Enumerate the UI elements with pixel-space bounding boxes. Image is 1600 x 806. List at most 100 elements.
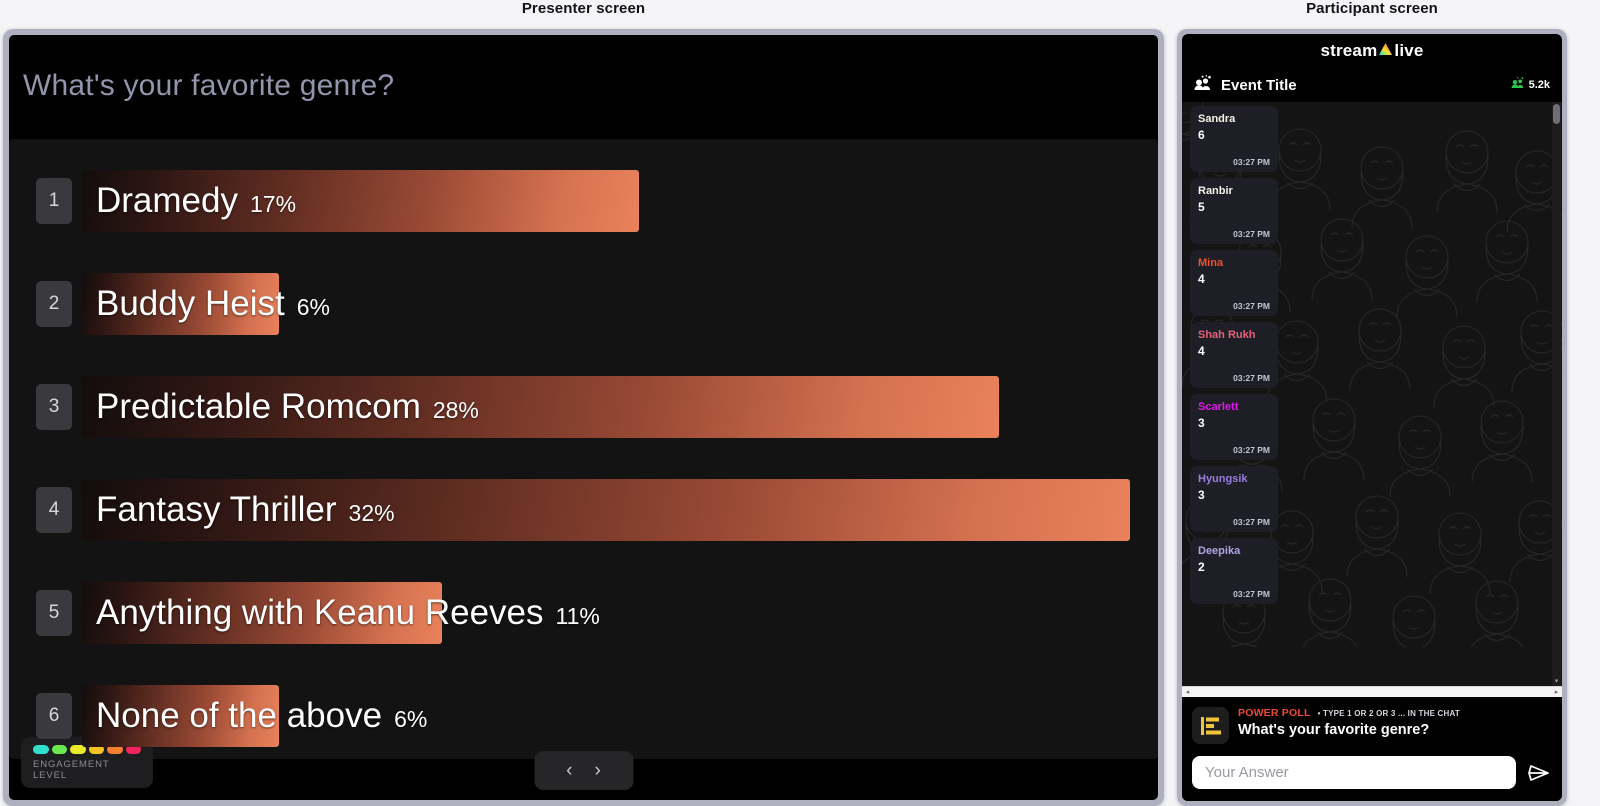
poll-option-percent: 6% <box>296 293 330 320</box>
participant-answer-card: Deepika 2 03:27 PM <box>1190 538 1278 604</box>
poll-rank-badge: 6 <box>36 692 72 739</box>
scroll-left-arrow[interactable]: ◂ <box>1182 687 1193 698</box>
participant-name: Mina <box>1198 257 1224 269</box>
scroll-thumb[interactable] <box>1553 104 1560 124</box>
poll-type-tag: POWER POLL <box>1238 707 1311 719</box>
poll-bars-icon <box>1192 707 1229 744</box>
poll-option-percent: 6% <box>394 705 428 732</box>
poll-prompt-text: POWER POLL • TYPE 1 OR 2 OR 3 ... IN THE… <box>1238 707 1460 744</box>
participant-answer-cards: Sandra 6 03:27 PM Ranbir 5 03:27 PM Mina 4 03:27… <box>1190 106 1278 604</box>
participant-name: Hyungsik <box>1198 473 1248 485</box>
viewer-count-group: 5.2k <box>1511 76 1550 94</box>
stage-vertical-scrollbar[interactable]: ▴ ▾ <box>1552 102 1561 686</box>
poll-question-title: What's your favorite genre? <box>23 69 395 102</box>
participant-answer-card: Sandra 6 03:27 PM <box>1190 106 1278 172</box>
streamalive-logo: stream live <box>1182 34 1562 68</box>
poll-prompt-meta: POWER POLL • TYPE 1 OR 2 OR 3 ... IN THE… <box>1238 707 1460 719</box>
presenter-screen-caption: Presenter screen <box>521 0 646 17</box>
people-group-icon <box>1194 74 1213 96</box>
participant-answer-card: Hyungsik 3 03:27 PM <box>1190 466 1278 532</box>
participant-answer-card: Shah Rukh 4 03:27 PM <box>1190 322 1278 388</box>
poll-bar-area: Fantasy Thriller 32% <box>82 458 1158 561</box>
participant-answer-value: 3 <box>1198 488 1205 503</box>
presenter-window: What's your favorite genre? 1 Dramedy 17% 2… <box>3 29 1164 806</box>
participant-name: Shah Rukh <box>1198 329 1256 341</box>
send-icon[interactable] <box>1525 759 1552 786</box>
answer-input[interactable] <box>1192 756 1516 789</box>
poll-option-label: Anything with Keanu Reeves 11% <box>96 592 600 632</box>
poll-option-percent: 17% <box>249 190 297 217</box>
poll-bar-area: Anything with Keanu Reeves 11% <box>82 561 1158 664</box>
poll-instructions: • TYPE 1 OR 2 OR 3 ... IN THE CHAT <box>1317 709 1460 718</box>
participant-answer-time: 03:27 PM <box>1233 373 1270 383</box>
participant-answer-value: 6 <box>1198 128 1205 143</box>
event-header: Event Title 5.2k <box>1182 68 1562 102</box>
participant-answer-value: 5 <box>1198 200 1205 215</box>
presenter-viewport: What's your favorite genre? 1 Dramedy 17% 2… <box>9 35 1158 800</box>
participant-answer-value: 2 <box>1198 560 1205 575</box>
participant-viewport: stream live Event Title 5.2k Sandra 6 03… <box>1182 34 1562 801</box>
poll-bar-area: Dramedy 17% <box>82 149 1158 252</box>
participant-window: stream live Event Title 5.2k Sandra 6 03… <box>1177 29 1567 806</box>
scroll-down-arrow[interactable]: ▾ <box>1552 677 1561 686</box>
engagement-level-label: ENGAGEMENT LEVEL <box>33 759 110 781</box>
poll-bar-area: Buddy Heist 6% <box>82 252 1158 355</box>
next-slide-button[interactable]: › <box>595 761 601 780</box>
engagement-level-segment <box>51 745 67 754</box>
slide-navigation: ‹ › <box>534 751 633 790</box>
poll-option-label: Fantasy Thriller 32% <box>96 489 395 529</box>
participant-answer-card: Ranbir 5 03:27 PM <box>1190 178 1278 244</box>
participant-name: Ranbir <box>1198 185 1233 197</box>
power-poll-prompt: POWER POLL • TYPE 1 OR 2 OR 3 ... IN THE… <box>1182 697 1562 750</box>
poll-rank-badge: 2 <box>36 280 72 327</box>
poll-rank-badge: 3 <box>36 383 72 430</box>
participant-answer-time: 03:27 PM <box>1233 229 1270 239</box>
poll-option-label: Buddy Heist 6% <box>96 283 330 323</box>
participant-answer-time: 03:27 PM <box>1233 517 1270 527</box>
participant-screen-caption: Participant screen <box>1306 0 1438 17</box>
poll-result-row: 4 Fantasy Thriller 32% <box>9 458 1158 561</box>
participant-name: Scarlett <box>1198 401 1239 413</box>
poll-rank-badge: 4 <box>36 486 72 533</box>
participant-answer-card: Mina 4 03:27 PM <box>1190 250 1278 316</box>
participant-answer-time: 03:27 PM <box>1233 157 1270 167</box>
audience-stage: Sandra 6 03:27 PM Ranbir 5 03:27 PM Mina 4 03:27… <box>1182 102 1562 686</box>
brand-text-stream: stream <box>1320 41 1378 60</box>
viewer-count-text: 5.2k <box>1528 79 1550 91</box>
participant-name: Deepika <box>1198 545 1241 557</box>
previous-slide-button[interactable]: ‹ <box>566 761 572 780</box>
stage-horizontal-scrollbar[interactable]: ◂ ▸ <box>1182 686 1562 697</box>
brand-text-live: live <box>1394 41 1424 60</box>
poll-question-text: What's your favorite genre? <box>1238 722 1430 738</box>
scroll-right-arrow[interactable]: ▸ <box>1551 687 1562 698</box>
answer-entry-row <box>1182 750 1562 801</box>
poll-rank-badge: 1 <box>36 177 72 224</box>
participant-answer-value: 4 <box>1198 272 1205 287</box>
participant-answer-card: Scarlett 3 03:27 PM <box>1190 394 1278 460</box>
participant-answer-value: 3 <box>1198 416 1205 431</box>
poll-option-label: Predictable Romcom 28% <box>96 386 479 426</box>
poll-option-percent: 32% <box>348 499 395 526</box>
poll-option-percent: 28% <box>432 396 479 423</box>
participant-answer-time: 03:27 PM <box>1233 445 1270 455</box>
triangle-a-icon <box>1378 41 1393 61</box>
event-title-text: Event Title <box>1221 76 1297 94</box>
poll-results-list: 1 Dramedy 17% 2 Buddy Heist 6% 3 Predictable Ro… <box>9 139 1158 759</box>
poll-result-row: 1 Dramedy 17% <box>9 149 1158 252</box>
poll-bar-area: Predictable Romcom 28% <box>82 355 1158 458</box>
poll-result-row: 5 Anything with Keanu Reeves 11% <box>9 561 1158 664</box>
participant-answer-time: 03:27 PM <box>1233 589 1270 599</box>
screenshot-root: Presenter screen Participant screen What… <box>0 0 1600 806</box>
poll-option-percent: 11% <box>555 602 600 629</box>
participant-answer-value: 4 <box>1198 344 1205 359</box>
engagement-level-segment <box>33 745 49 754</box>
poll-option-label: None of the above 6% <box>96 695 428 735</box>
poll-option-label: Dramedy 17% <box>96 180 297 220</box>
participant-name: Sandra <box>1198 113 1236 125</box>
poll-result-row: 2 Buddy Heist 6% <box>9 252 1158 355</box>
participant-answer-time: 03:27 PM <box>1233 301 1270 311</box>
poll-result-row: 3 Predictable Romcom 28% <box>9 355 1158 458</box>
poll-rank-badge: 5 <box>36 589 72 636</box>
event-title-group: Event Title <box>1194 74 1297 96</box>
viewers-icon <box>1511 76 1524 94</box>
